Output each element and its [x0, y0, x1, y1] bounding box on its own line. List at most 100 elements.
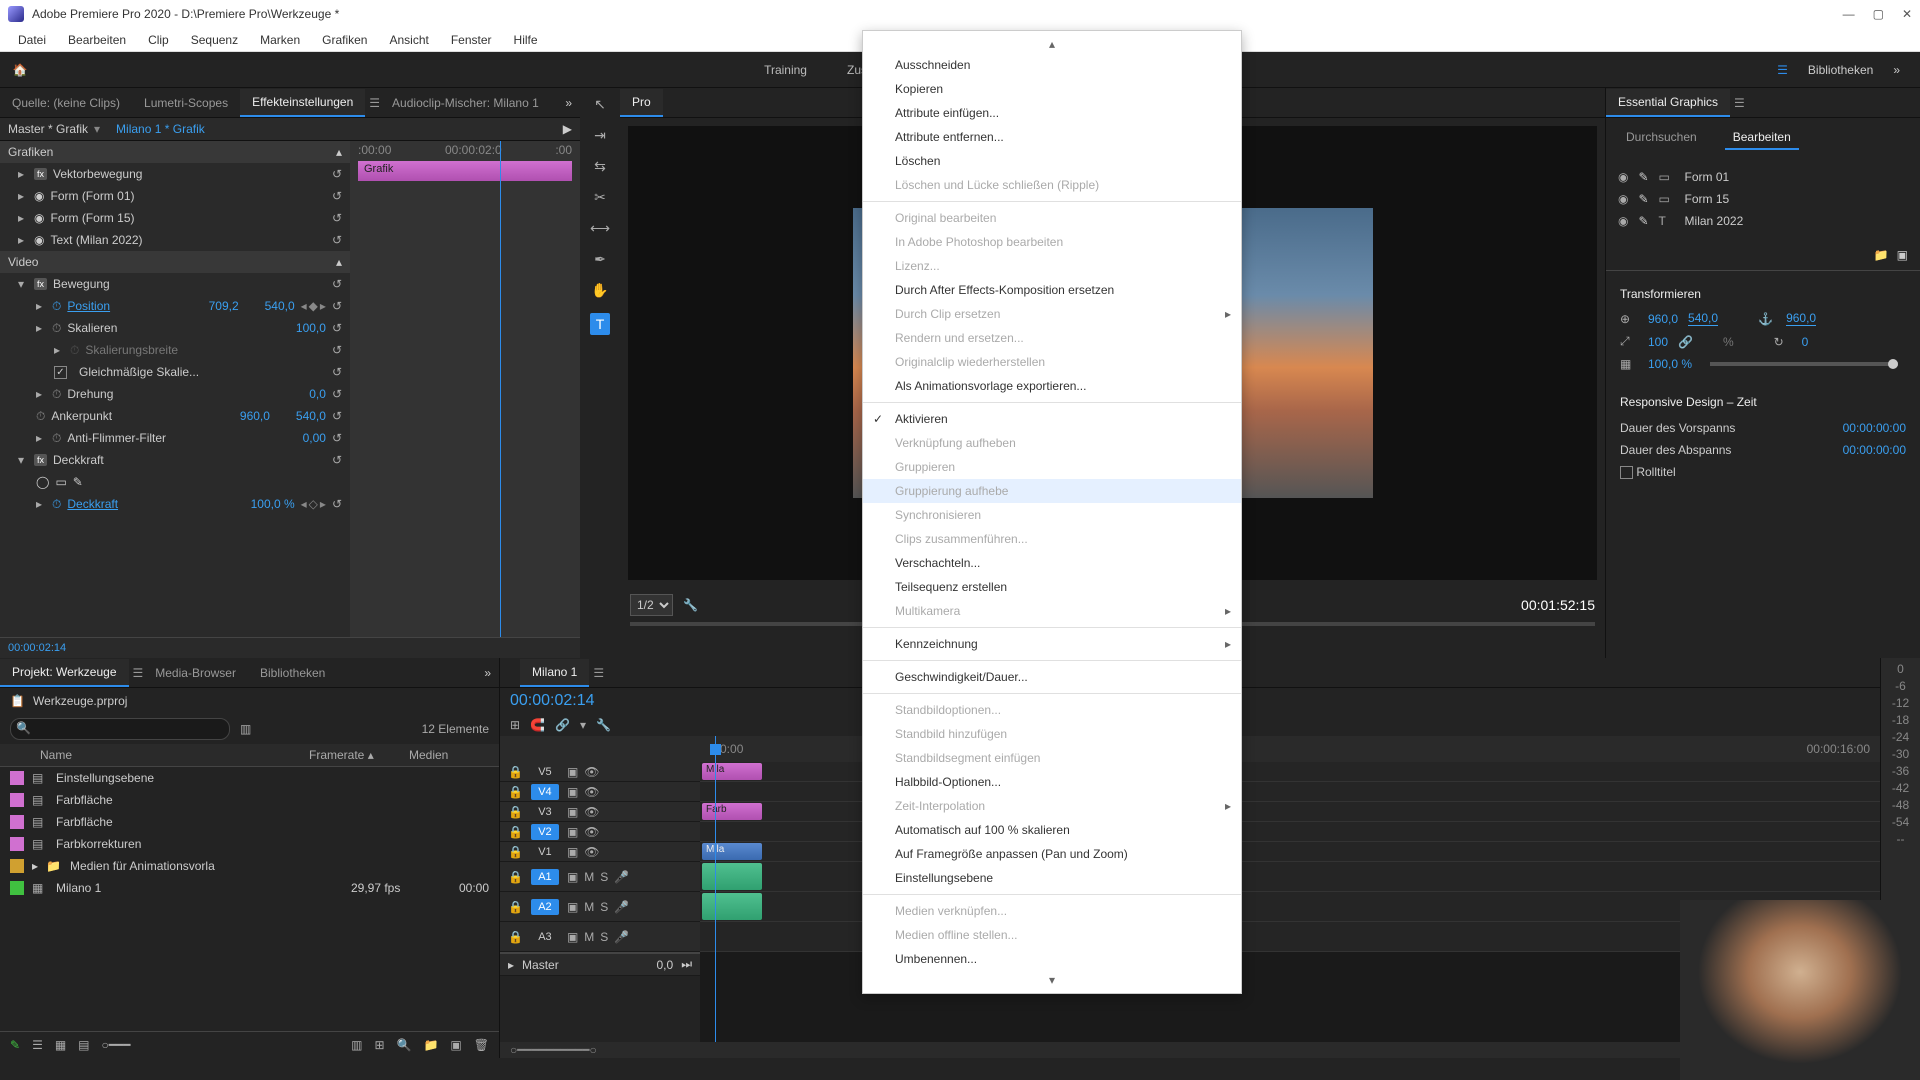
lock-icon[interactable]: ✎	[1638, 214, 1648, 228]
tab-menu-icon[interactable]: ☰	[1734, 96, 1745, 110]
track-header-v1[interactable]: 🔒V1▣👁	[500, 842, 700, 862]
linked-sel-icon[interactable]: 🔗	[555, 718, 570, 732]
lock-icon[interactable]: ✎	[1638, 170, 1648, 184]
reset-icon[interactable]: ↺	[332, 497, 342, 511]
param-form01[interactable]: Form (Form 01)	[50, 189, 325, 203]
new-item-icon[interactable]: ✎	[10, 1038, 20, 1052]
stopwatch-icon[interactable]: ⏱	[52, 431, 61, 446]
track-header-v3[interactable]: 🔒V3▣👁	[500, 802, 700, 822]
toggle-output-icon[interactable]: 👁	[584, 785, 599, 799]
maximize-button[interactable]: ▢	[1873, 7, 1884, 21]
twirl-icon[interactable]: ▸	[36, 321, 46, 335]
label-chip[interactable]	[10, 881, 24, 895]
layer-name[interactable]: Form 01	[1685, 170, 1730, 184]
mask-ellipse-icon[interactable]: ◯	[36, 475, 49, 489]
reset-icon[interactable]: ↺	[332, 453, 342, 467]
new-layer-icon[interactable]: ▣	[1897, 248, 1908, 262]
menu-item[interactable]: Automatisch auf 100 % skalieren	[863, 818, 1241, 842]
tab-menu-icon[interactable]: ☰	[369, 96, 380, 110]
eye-icon[interactable]: ◉	[34, 233, 44, 247]
twirl-icon[interactable]: ▸	[18, 167, 28, 181]
track-name[interactable]: V2	[531, 824, 559, 840]
param-deckkraft-value[interactable]: Deckkraft	[67, 497, 238, 511]
stopwatch-icon[interactable]: ⏱	[36, 409, 45, 424]
lock-icon[interactable]: 🔒	[508, 900, 523, 914]
label-chip[interactable]	[10, 793, 24, 807]
workspace-training[interactable]: Training	[764, 63, 807, 77]
col-framerate[interactable]: Framerate ▴	[309, 748, 409, 762]
tab-overflow-icon[interactable]: »	[476, 666, 499, 680]
stopwatch-icon[interactable]: ⏱	[52, 299, 61, 314]
lock-icon[interactable]: 🔒	[508, 785, 523, 799]
aux-menu-icon[interactable]: ☰	[1777, 63, 1788, 77]
item-name[interactable]: Milano 1	[56, 881, 343, 895]
checkbox-gleichmassig[interactable]	[54, 366, 67, 379]
stopwatch-icon[interactable]: ⏱	[52, 497, 61, 512]
label-chip[interactable]	[10, 815, 24, 829]
track-header-a2[interactable]: 🔒A2▣MS🎤	[500, 892, 700, 922]
menu-item[interactable]: Teilsequenz erstellen	[863, 575, 1241, 599]
eye-icon[interactable]: ◉	[1618, 214, 1628, 228]
reset-icon[interactable]: ↺	[332, 387, 342, 401]
param-vektorbewegung[interactable]: Vektorbewegung	[53, 167, 326, 181]
skalieren-value[interactable]: 100,0	[276, 321, 326, 335]
tab-essential-graphics[interactable]: Essential Graphics	[1606, 89, 1730, 117]
mute-button[interactable]: M	[584, 870, 594, 884]
drehung-value[interactable]: 0,0	[276, 387, 326, 401]
new-group-icon[interactable]: 📁	[1874, 248, 1889, 262]
toggle-sync-icon[interactable]: ▣	[567, 930, 578, 944]
solo-button[interactable]: S	[600, 870, 608, 884]
eye-icon[interactable]: ◉	[34, 189, 44, 203]
snap-icon[interactable]: 🧲	[530, 718, 545, 732]
playhead[interactable]	[715, 736, 716, 1042]
menu-item[interactable]: Attribute einfügen...	[863, 101, 1241, 125]
hand-tool-icon[interactable]: ✋	[591, 282, 608, 299]
new-bin-icon[interactable]: 📁	[423, 1038, 438, 1052]
ripple-edit-tool-icon[interactable]: ⇆	[594, 158, 606, 175]
menu-hilfe[interactable]: Hilfe	[504, 31, 548, 49]
freeform-view-icon[interactable]: ▤	[78, 1038, 89, 1052]
menu-item[interactable]: Aktivieren✓	[863, 407, 1241, 431]
menu-item[interactable]: Umbenennen...	[863, 947, 1241, 971]
pen-tool-icon[interactable]: ✒	[594, 251, 606, 268]
item-name[interactable]: Farbkorrekturen	[56, 837, 489, 851]
master-val[interactable]: 0,0	[657, 958, 674, 972]
mask-rect-icon[interactable]: ▭	[55, 475, 66, 489]
track-header-v5[interactable]: 🔒V5▣👁	[500, 762, 700, 782]
list-view-icon[interactable]: ☰	[32, 1038, 43, 1052]
effect-clip-grafik[interactable]: Grafik	[358, 161, 572, 181]
lock-icon[interactable]: 🔒	[508, 845, 523, 859]
tr-rotate[interactable]: 0	[1802, 335, 1809, 349]
slip-tool-icon[interactable]: ⟷	[590, 220, 610, 237]
position-x[interactable]: 709,2	[189, 299, 239, 313]
fx-badge[interactable]: fx	[34, 454, 47, 466]
menu-item[interactable]: Kennzeichnung▸	[863, 632, 1241, 656]
track-select-tool-icon[interactable]: ⇥	[594, 127, 606, 144]
menu-item[interactable]: Verschachteln...	[863, 551, 1241, 575]
col-medien[interactable]: Medien	[409, 748, 489, 762]
twirl-icon[interactable]: ▸	[36, 387, 46, 401]
voiceover-icon[interactable]: 🎤	[614, 930, 629, 944]
mask-pen-icon[interactable]: ✎	[73, 475, 83, 489]
toggle-sync-icon[interactable]: ▣	[567, 825, 578, 839]
menu-ansicht[interactable]: Ansicht	[379, 31, 438, 49]
solo-button[interactable]: S	[600, 930, 608, 944]
expand-icon[interactable]: ▸	[508, 958, 514, 972]
anker-y[interactable]: 540,0	[276, 409, 326, 423]
label-chip[interactable]	[10, 837, 24, 851]
track-header-v4[interactable]: 🔒V4▣👁	[500, 782, 700, 802]
param-form15[interactable]: Form (Form 15)	[50, 211, 325, 225]
param-skalieren[interactable]: Skalieren	[67, 321, 270, 335]
abspann-value[interactable]: 00:00:00:00	[1843, 443, 1906, 457]
reset-icon[interactable]: ↺	[332, 233, 342, 247]
track-name[interactable]: V5	[531, 764, 559, 780]
menu-clip[interactable]: Clip	[138, 31, 179, 49]
lock-icon[interactable]: 🔒	[508, 825, 523, 839]
add-kf-icon[interactable]: ◆	[309, 299, 318, 313]
toggle-output-icon[interactable]: 👁	[584, 845, 599, 859]
antiflimmer-value[interactable]: 0,00	[276, 431, 326, 445]
chevron-down-icon[interactable]: ▾	[94, 122, 100, 136]
item-name[interactable]: Einstellungsebene	[56, 771, 489, 785]
prev-kf-icon[interactable]: ◂	[301, 299, 307, 313]
lock-icon[interactable]: 🔒	[508, 930, 523, 944]
